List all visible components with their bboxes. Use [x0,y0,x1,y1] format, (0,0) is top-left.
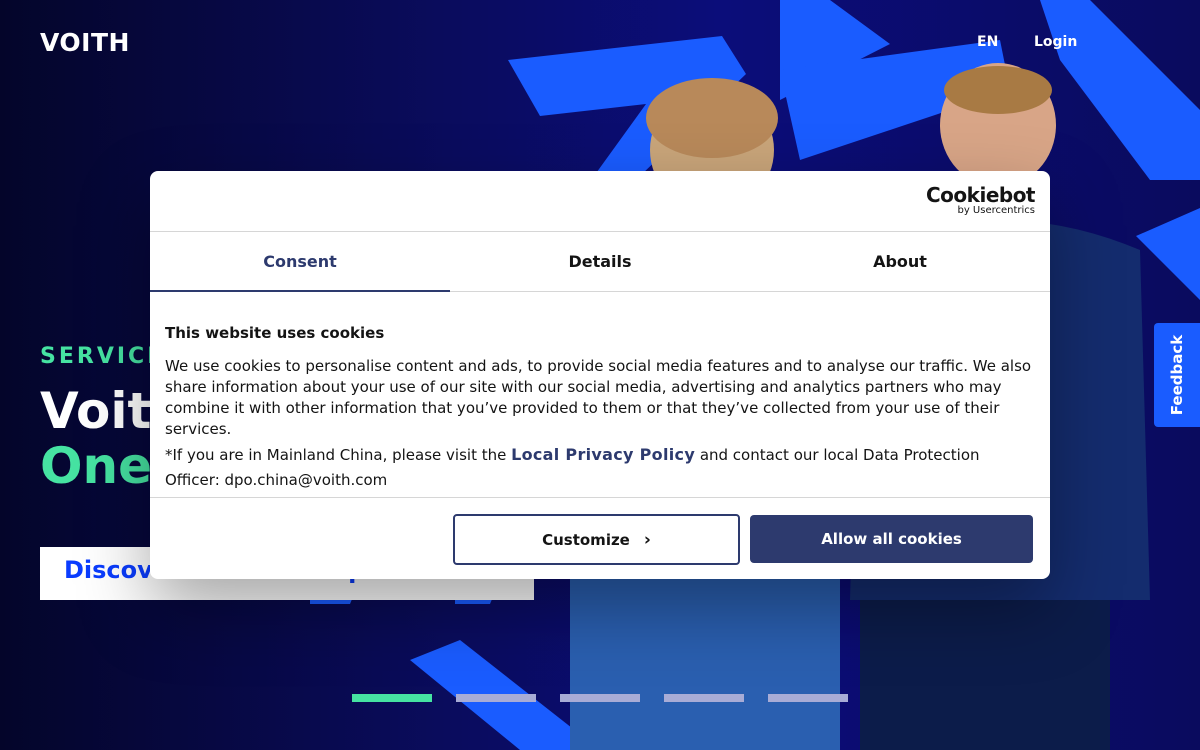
feedback-label: Feedback [1168,334,1187,416]
local-privacy-policy-link[interactable]: Local Privacy Policy [511,445,695,464]
allow-all-cookies-button[interactable]: Allow all cookies [750,515,1033,563]
slide-indicator-5[interactable] [768,694,848,702]
language-selector[interactable]: EN [977,34,998,50]
china-notice-prefix: *If you are in Mainland China, please vi… [165,446,512,464]
slide-indicator-2[interactable] [456,694,536,702]
tab-consent[interactable]: Consent [150,232,450,292]
dialog-paragraph: We use cookies to personalise content an… [165,357,1032,438]
dialog-tabs: Consent Details About [150,232,1050,292]
cookiebot-logo: Cookiebot by Usercentrics [926,183,1036,216]
customize-label: Customize [542,530,630,549]
china-notice: *If you are in Mainland China, please vi… [165,442,1035,493]
slide-indicators [352,694,848,702]
cookiebot-by: by Usercentrics [957,205,1035,216]
dialog-body: This website uses cookies We use cookies… [150,292,1050,497]
hero-eyebrow: SERVICE [40,344,166,369]
site-header: VOITH EN Login [0,0,1200,84]
dialog-footer: Customize › Allow all cookies [150,497,1050,579]
slide-indicator-1[interactable] [352,694,432,702]
tab-details[interactable]: Details [450,232,750,291]
slide-indicator-4[interactable] [664,694,744,702]
dialog-heading: This website uses cookies [165,324,385,342]
voith-logo[interactable]: VOITH [40,28,130,57]
cookie-consent-dialog: Cookiebot by Usercentrics Consent Detail… [150,171,1050,579]
chevron-right-icon: › [643,529,651,550]
customize-button[interactable]: Customize › [453,514,740,565]
dialog-header: Cookiebot by Usercentrics [150,171,1050,232]
tab-about[interactable]: About [750,232,1050,291]
feedback-tab[interactable]: Feedback [1154,323,1200,427]
cookiebot-brand: Cookiebot [926,183,1036,207]
slide-indicator-3[interactable] [560,694,640,702]
login-link[interactable]: Login [1034,34,1077,50]
